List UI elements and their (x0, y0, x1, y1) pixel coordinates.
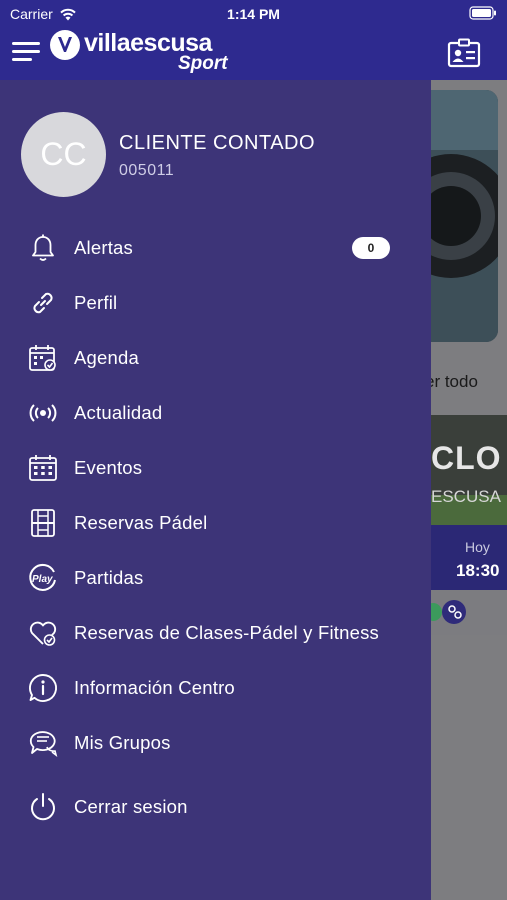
bell-icon (32, 234, 54, 261)
menu-icon[interactable] (12, 38, 42, 64)
menu-label: Información Centro (74, 676, 235, 698)
menu-label: Reservas Pádel (74, 511, 208, 533)
play-badge-icon: Play (29, 563, 56, 591)
event-image: CLO I ESCUSA (431, 415, 507, 525)
menu-item-reservas-padel[interactable]: Reservas Pádel (0, 495, 431, 550)
event-card[interactable]: CLO I ESCUSA Hoy 18:30 (431, 415, 507, 635)
menu-label: Cerrar sesion (74, 795, 188, 817)
menu-item-actualidad[interactable]: Actualidad (0, 385, 431, 440)
link-icon (33, 292, 53, 313)
event-day: Hoy (465, 539, 490, 555)
event-title: CLO I (431, 440, 507, 476)
featured-image[interactable] (431, 90, 498, 342)
info-bubble-icon (29, 673, 57, 702)
navigation-drawer: CC CLIENTE CONTADO 005011 Alertas 0 Perf… (0, 80, 431, 900)
menu-label: Mis Grupos (74, 731, 171, 753)
event-hour: 18:30 (456, 561, 500, 580)
menu-label: Partidas (74, 566, 144, 588)
power-icon (31, 792, 55, 820)
calendar-check-icon (29, 344, 56, 371)
event-time-bar: Hoy 18:30 (431, 525, 507, 590)
id-card-icon[interactable] (447, 38, 481, 68)
menu-item-agenda[interactable]: Agenda (0, 330, 431, 385)
clock: 1:14 PM (227, 6, 280, 22)
menu-item-perfil[interactable]: Perfil (0, 275, 431, 330)
menu-label: Perfil (74, 291, 118, 313)
see-all-link[interactable]: er todo (431, 372, 478, 392)
menu-label: Actualidad (74, 401, 163, 423)
menu-item-partidas[interactable]: Play Partidas (0, 550, 431, 605)
menu-label: Alertas (74, 236, 133, 258)
brand-subtitle: Sport (178, 53, 228, 74)
alerts-count-badge: 0 (352, 236, 390, 259)
calendar-grid-icon (29, 454, 57, 481)
menu-item-informacion-centro[interactable]: Información Centro (0, 660, 431, 715)
broadcast-icon (29, 403, 57, 422)
menu-label: Agenda (74, 346, 139, 368)
padel-court-icon (31, 508, 55, 537)
menu-item-reservas-clases[interactable]: Reservas de Clases-Pádel y Fitness (0, 605, 431, 660)
user-name: CLIENTE CONTADO (119, 132, 316, 154)
battery-icon (469, 6, 497, 23)
menu-label: Eventos (74, 456, 143, 478)
menu-item-eventos[interactable]: Eventos (0, 440, 431, 495)
svg-text:Play: Play (32, 574, 53, 585)
menu-label: Reservas de Clases-Pádel y Fitness (74, 621, 379, 643)
menu-item-alertas[interactable]: Alertas 0 (0, 220, 431, 275)
status-bar: Carrier 1:14 PM (0, 0, 507, 28)
group-chat-icon (29, 730, 58, 757)
app-header: villaescusa Sport (0, 28, 507, 80)
background-content: er todo CLO I ESCUSA Hoy 18:30 (431, 80, 507, 900)
avatar[interactable]: CC (21, 112, 106, 197)
logo-mark-icon (50, 30, 80, 60)
heart-check-icon (29, 621, 57, 646)
user-code: 005011 (119, 162, 175, 179)
menu-item-mis-grupos[interactable]: Mis Grupos (0, 715, 431, 770)
event-subtitle: ESCUSA (431, 487, 501, 506)
menu-item-cerrar-sesion[interactable]: Cerrar sesion (0, 779, 431, 834)
status-dot-icon (431, 600, 466, 624)
